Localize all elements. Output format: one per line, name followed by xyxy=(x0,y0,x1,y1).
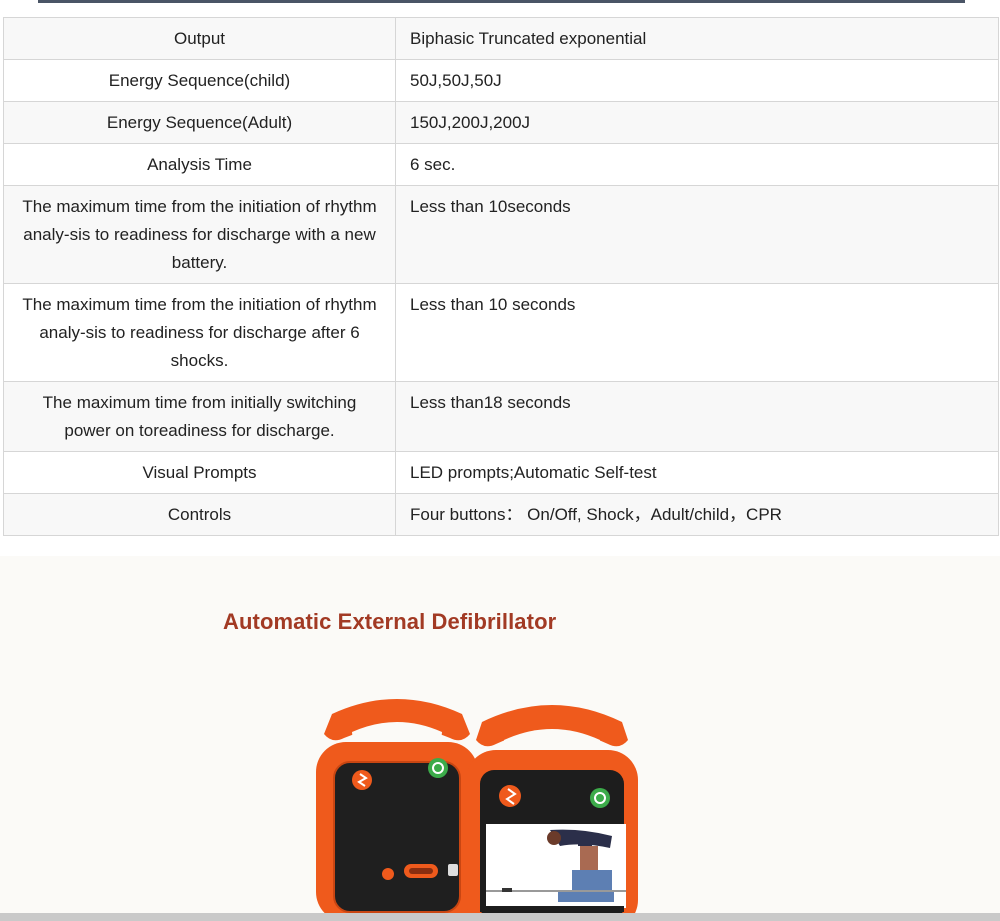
table-row: Output Biphasic Truncated exponential xyxy=(3,17,999,60)
spec-label: Energy Sequence(Adult) xyxy=(3,101,396,144)
spec-table: Output Biphasic Truncated exponential En… xyxy=(3,17,999,536)
spec-label: Controls xyxy=(3,493,396,536)
spec-value: Four buttons： On/Off, Shock，Adult/child，… xyxy=(395,493,999,536)
table-row: The maximum time from the initiation of … xyxy=(3,185,999,284)
bottom-scroll-track xyxy=(0,913,1000,921)
aed-device-front-image xyxy=(466,705,638,913)
spec-value: LED prompts;Automatic Self-test xyxy=(395,451,999,494)
spec-label: The maximum time from the initiation of … xyxy=(3,185,396,284)
spec-value: Biphasic Truncated exponential xyxy=(395,17,999,60)
spec-value: 50J,50J,50J xyxy=(395,59,999,102)
spec-value: 150J,200J,200J xyxy=(395,101,999,144)
spec-value: Less than 10seconds xyxy=(395,185,999,284)
spec-value: Less than 10 seconds xyxy=(395,283,999,382)
spec-value: Less than18 seconds xyxy=(395,381,999,452)
table-row: Controls Four buttons： On/Off, Shock，Adu… xyxy=(3,493,999,536)
spec-label: The maximum time from the initiation of … xyxy=(3,283,396,382)
aed-device-back-image xyxy=(316,699,478,913)
product-banner: Automatic External Defibrillator xyxy=(0,556,1000,913)
spec-label: Analysis Time xyxy=(3,143,396,186)
top-divider xyxy=(38,0,965,3)
spec-label: Output xyxy=(3,17,396,60)
table-row: Energy Sequence(child) 50J,50J,50J xyxy=(3,59,999,102)
product-title: Automatic External Defibrillator xyxy=(223,609,557,634)
spec-label: Visual Prompts xyxy=(3,451,396,494)
spec-value: 6 sec. xyxy=(395,143,999,186)
spec-label: Energy Sequence(child) xyxy=(3,59,396,102)
table-row: The maximum time from initially switchin… xyxy=(3,381,999,452)
spec-label: The maximum time from initially switchin… xyxy=(3,381,396,452)
table-row: Energy Sequence(Adult) 150J,200J,200J xyxy=(3,101,999,144)
table-row: The maximum time from the initiation of … xyxy=(3,283,999,382)
table-row: Analysis Time 6 sec. xyxy=(3,143,999,186)
table-row: Visual Prompts LED prompts;Automatic Sel… xyxy=(3,451,999,494)
